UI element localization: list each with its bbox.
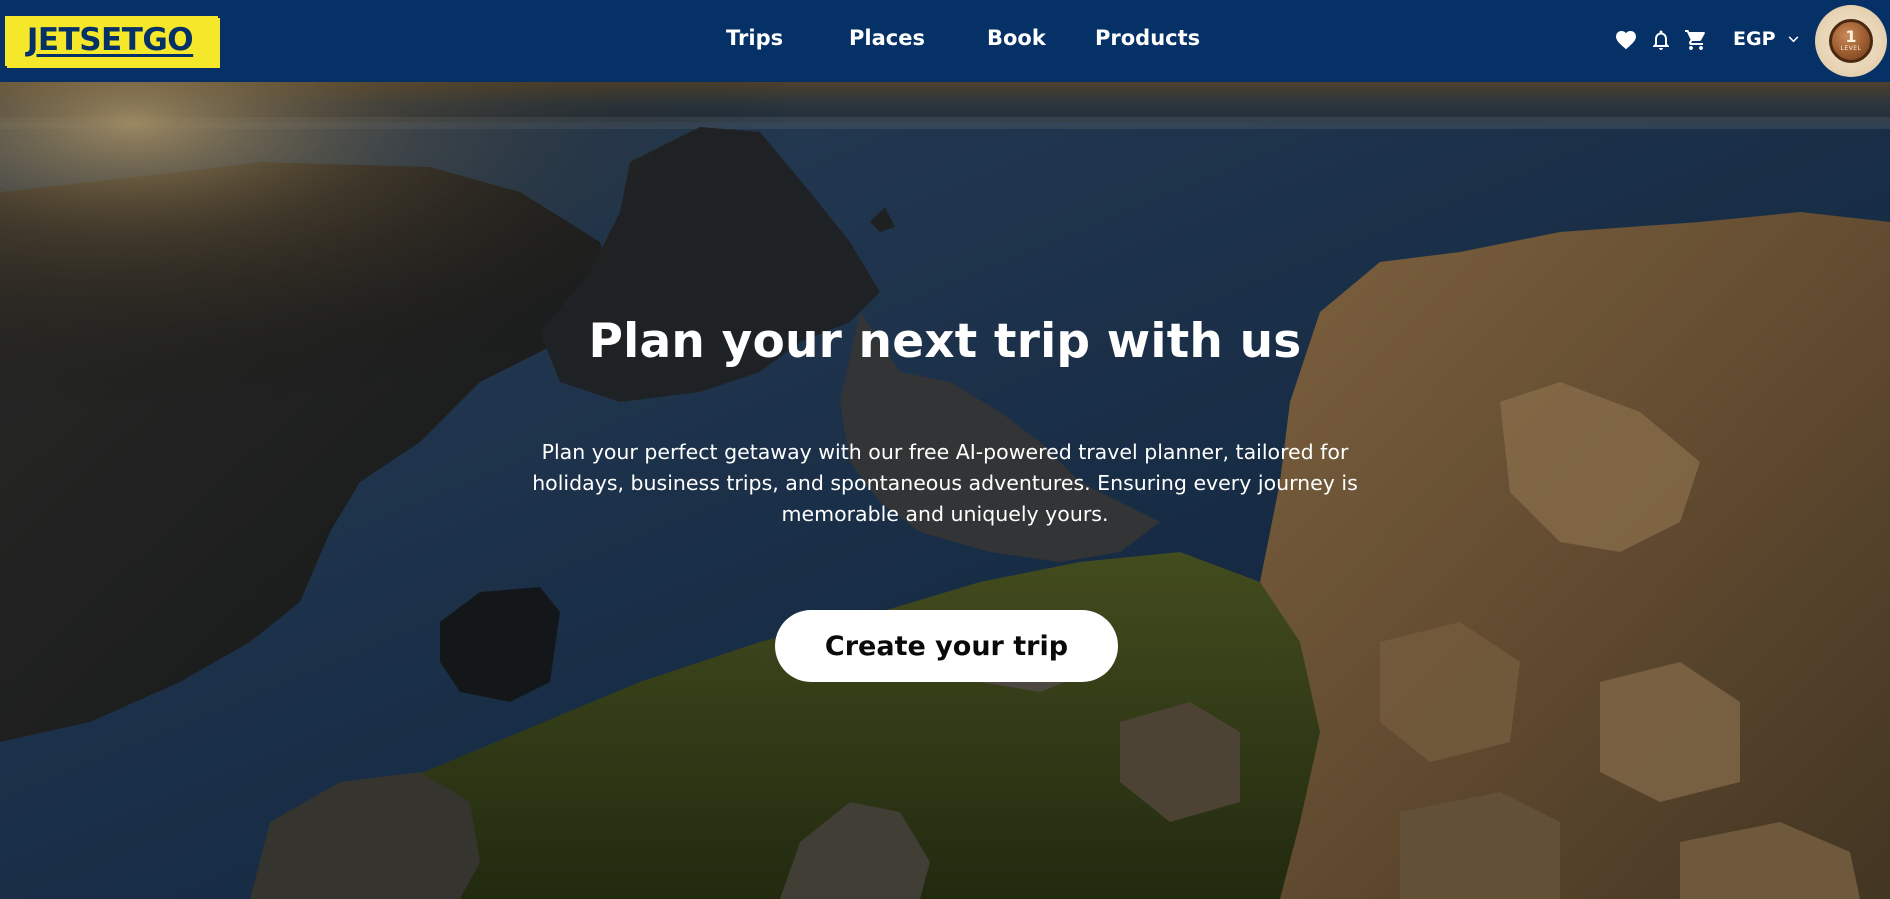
level-label: LEVEL <box>1840 45 1862 52</box>
level-number: 1 <box>1845 27 1857 46</box>
top-navbar: JETSETGO Trips Places Book Products EGP … <box>0 0 1890 82</box>
nav-link-trips[interactable]: Trips <box>726 26 783 50</box>
currency-label: EGP <box>1733 28 1776 50</box>
chevron-down-icon <box>1788 35 1798 42</box>
user-avatar[interactable]: 1 LEVEL <box>1815 5 1887 77</box>
heart-icon[interactable] <box>1614 28 1638 52</box>
hero-title: Plan your next trip with us <box>588 314 1302 369</box>
nav-link-places[interactable]: Places <box>849 26 925 50</box>
hero-description: Plan your perfect getaway with our free … <box>532 440 1358 526</box>
create-trip-button[interactable]: Create your trip <box>775 610 1118 682</box>
hero-section: Plan your next trip with us Plan your pe… <box>0 82 1890 899</box>
main-nav: Trips Places Book Products <box>0 0 1890 82</box>
cart-icon[interactable] <box>1684 28 1708 52</box>
nav-link-book[interactable]: Book <box>987 26 1046 50</box>
currency-selector[interactable]: EGP <box>1733 28 1799 50</box>
level-badge-icon: 1 LEVEL <box>1829 19 1873 63</box>
bell-icon[interactable] <box>1649 28 1673 52</box>
nav-link-products[interactable]: Products <box>1095 26 1200 50</box>
